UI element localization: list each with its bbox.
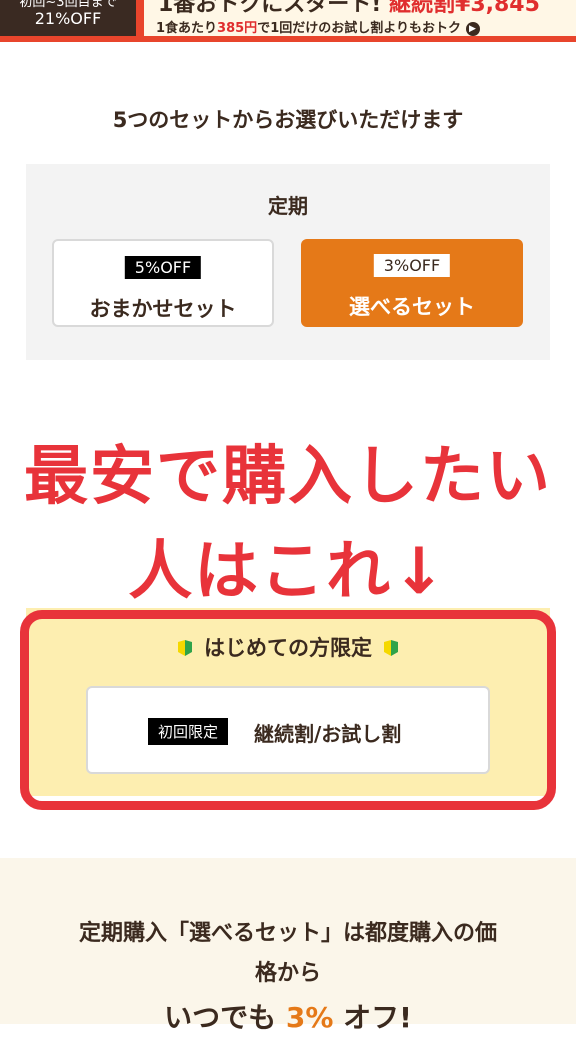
omakase-set-button[interactable]: 5%OFF おまかせセット: [52, 239, 274, 327]
promo-discount: 21%OFF: [34, 9, 102, 28]
discount-badge: 3%OFF: [373, 254, 451, 277]
promo-subline-suffix: で1回だけのお試し割よりもおトク: [257, 21, 461, 36]
promo-subline-price: 385円: [217, 21, 258, 36]
overlay-callout-line1: 最安で購入したい: [24, 440, 552, 514]
promo-banner-message: 1番おトクにスタート! 継続割¥3,845 1食あたり385円で1回だけのお試し…: [144, 0, 576, 36]
first-time-badge: 初回限定: [148, 718, 229, 745]
bottom-line3-suffix: オフ!: [343, 1001, 412, 1034]
arrow-right-icon: ▶: [465, 21, 480, 36]
overlay-callout-line2: 人はこれ↓: [128, 535, 448, 609]
first-time-title-text: はじめての方限定: [204, 636, 372, 660]
bottom-line2: 格から: [254, 961, 321, 986]
omakase-set-label: おまかせセット: [89, 297, 237, 321]
erabu-set-label: 選べるセット: [349, 295, 475, 319]
promo-headline: 1番おトクにスタート! 継続割¥3,845: [158, 0, 540, 18]
trial-set-label: 継続割/お試し割: [254, 722, 402, 746]
beginner-leaf-icon: [177, 640, 192, 656]
bottom-line3-prefix: いつでも: [164, 1001, 277, 1034]
promo-headline-text: 1番おトクにスタート!: [158, 0, 382, 17]
promo-banner[interactable]: 初回~3回目まで 21%OFF 1番おトクにスタート! 継続割¥3,845 1食…: [0, 0, 576, 42]
promo-banner-discount: 初回~3回目まで 21%OFF: [0, 0, 136, 36]
bottom-line1: 定期購入「選べるセット」は都度購入の価: [78, 921, 497, 946]
section-heading: 5つのセットからお選びいただけます: [112, 108, 464, 132]
discount-badge: 5%OFF: [124, 256, 202, 279]
first-time-title: はじめての方限定: [0, 632, 576, 662]
promo-headline-price: 継続割¥3,845: [389, 0, 540, 17]
promo-subline: 1食あたり385円で1回だけのお試し割よりもおトク ▶: [156, 17, 480, 36]
bottom-info: 定期購入「選べるセット」は都度購入の価 格から いつでも 3% オフ!: [0, 858, 576, 1034]
subscription-panel: 定期 5%OFF おまかせセット 3%OFF 選べるセット: [26, 164, 550, 360]
bottom-info-text: 定期購入「選べるセット」は都度購入の価 格から いつでも 3% オフ!: [0, 914, 576, 1038]
subscription-title: 定期: [268, 194, 308, 218]
trial-set-button[interactable]: 初回限定 継続割/お試し割: [86, 686, 490, 774]
beginner-leaf-icon: [384, 640, 399, 656]
promo-subline-prefix: 1食あたり: [156, 21, 218, 36]
bottom-line3-highlight: 3%: [285, 1001, 334, 1034]
erabu-set-button[interactable]: 3%OFF 選べるセット: [301, 239, 523, 327]
bottom-line3: いつでも 3% オフ!: [0, 998, 576, 1038]
